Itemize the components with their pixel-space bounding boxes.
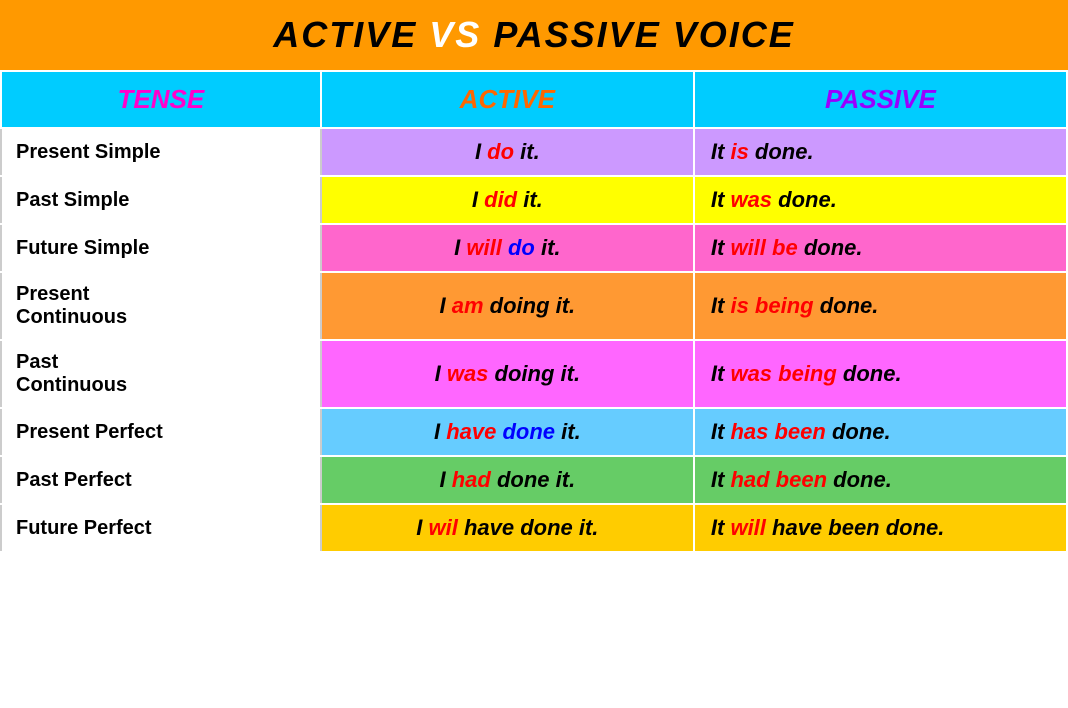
active-cell: I wil have done it. bbox=[321, 504, 694, 552]
page-title: ACTIVE VS PASSIVE VOICE bbox=[10, 14, 1058, 56]
passive-cell: It will be done. bbox=[694, 224, 1067, 272]
passive-cell: It will have been done. bbox=[694, 504, 1067, 552]
tense-column-header: TENSE bbox=[1, 71, 321, 128]
tense-cell: Past Simple bbox=[1, 176, 321, 224]
passive-cell: It has been done. bbox=[694, 408, 1067, 456]
tense-cell: Future Simple bbox=[1, 224, 321, 272]
table-row: Present SimpleI do it.It is done. bbox=[1, 128, 1067, 176]
main-wrapper: ACTIVE VS PASSIVE VOICE TENSE ACTIVE PAS… bbox=[0, 0, 1068, 553]
passive-cell: It was being done. bbox=[694, 340, 1067, 408]
tense-cell: Present Perfect bbox=[1, 408, 321, 456]
table-row: Past SimpleI did it.It was done. bbox=[1, 176, 1067, 224]
active-cell: I will do it. bbox=[321, 224, 694, 272]
active-cell: I do it. bbox=[321, 128, 694, 176]
title-bar: ACTIVE VS PASSIVE VOICE bbox=[0, 0, 1068, 70]
tense-cell: Future Perfect bbox=[1, 504, 321, 552]
passive-cell: It is done. bbox=[694, 128, 1067, 176]
tense-cell: PastContinuous bbox=[1, 340, 321, 408]
active-cell: I had done it. bbox=[321, 456, 694, 504]
active-cell: I am doing it. bbox=[321, 272, 694, 340]
title-suffix: PASSIVE VOICE bbox=[481, 14, 794, 55]
table-row: Future SimpleI will do it.It will be don… bbox=[1, 224, 1067, 272]
table-header-row: TENSE ACTIVE PASSIVE bbox=[1, 71, 1067, 128]
grammar-table: TENSE ACTIVE PASSIVE Present SimpleI do … bbox=[0, 70, 1068, 553]
title-vs: VS bbox=[429, 14, 481, 55]
table-row: PastContinuousI was doing it.It was bein… bbox=[1, 340, 1067, 408]
table-row: PresentContinuousI am doing it.It is bei… bbox=[1, 272, 1067, 340]
active-cell: I did it. bbox=[321, 176, 694, 224]
passive-column-header: PASSIVE bbox=[694, 71, 1067, 128]
table-row: Past PerfectI had done it.It had been do… bbox=[1, 456, 1067, 504]
active-column-header: ACTIVE bbox=[321, 71, 694, 128]
active-cell: I was doing it. bbox=[321, 340, 694, 408]
title-prefix: ACTIVE bbox=[273, 14, 429, 55]
passive-cell: It was done. bbox=[694, 176, 1067, 224]
table-row: Future PerfectI wil have done it.It will… bbox=[1, 504, 1067, 552]
table-row: Present PerfectI have done it.It has bee… bbox=[1, 408, 1067, 456]
active-cell: I have done it. bbox=[321, 408, 694, 456]
passive-cell: It had been done. bbox=[694, 456, 1067, 504]
tense-cell: Past Perfect bbox=[1, 456, 321, 504]
tense-cell: PresentContinuous bbox=[1, 272, 321, 340]
passive-cell: It is being done. bbox=[694, 272, 1067, 340]
tense-cell: Present Simple bbox=[1, 128, 321, 176]
